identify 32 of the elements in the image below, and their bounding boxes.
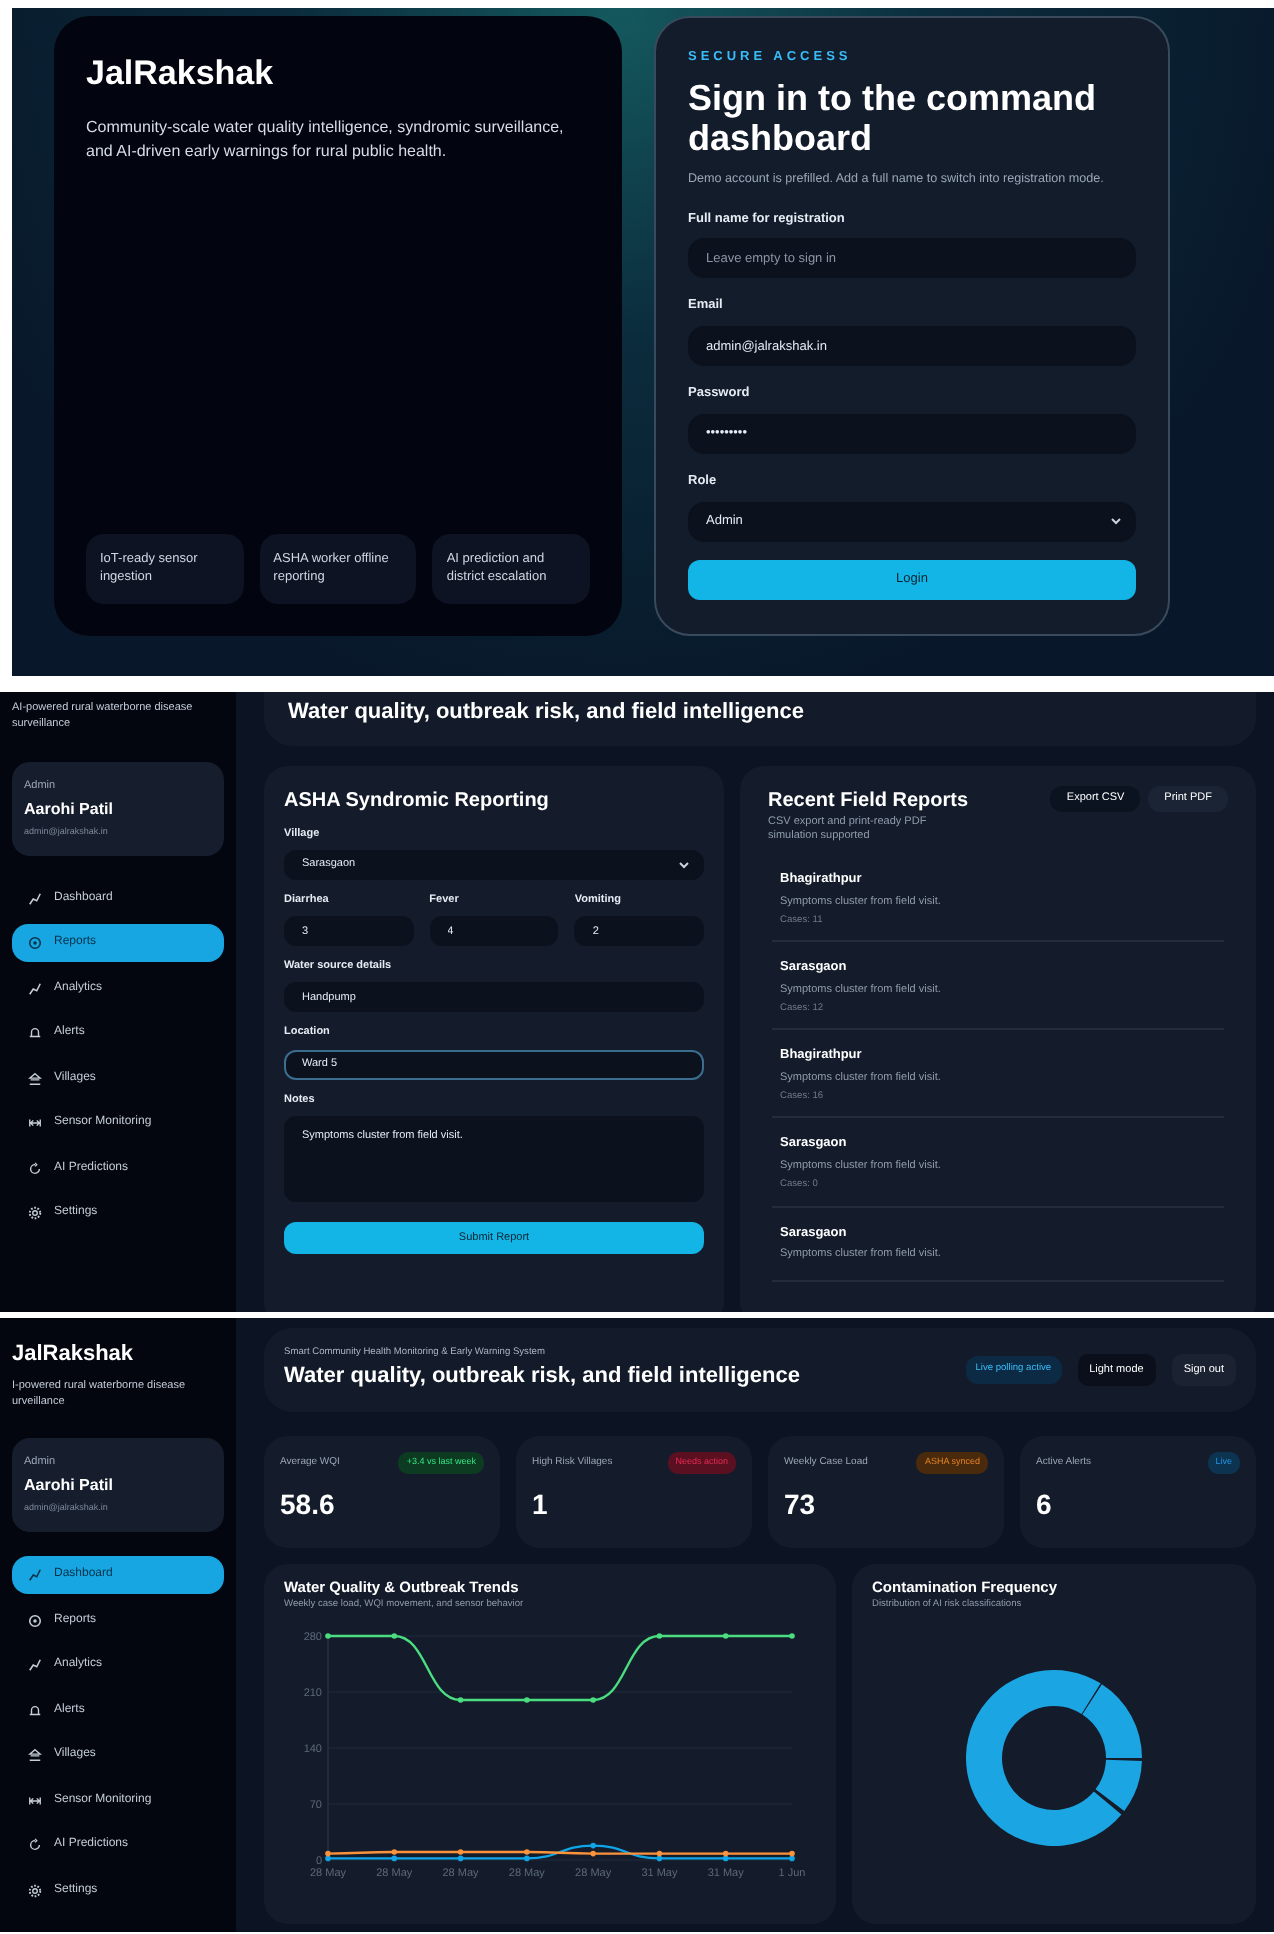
refresh-icon: [28, 1161, 42, 1175]
chart-icon: [28, 981, 42, 995]
page-title: Water quality, outbreak risk, and field intelligence: [288, 698, 806, 728]
stat-value: 1: [532, 1485, 550, 1524]
page-title: Water quality, outbreak risk, and field intelligence: [284, 1362, 800, 1393]
refresh-icon: [28, 1838, 42, 1852]
bell-icon: [28, 1026, 42, 1040]
sign-in-title: Sign in to the command dashboard: [688, 77, 1099, 161]
chart-icon: [28, 1658, 42, 1672]
chevron-down-icon: [678, 859, 690, 870]
stat-value: 6: [1036, 1485, 1054, 1524]
building-icon: [28, 1748, 42, 1762]
stat-value: 58.6: [280, 1485, 337, 1524]
target-icon: [28, 936, 42, 950]
brand-title: JalRakshak: [86, 52, 276, 96]
stat-value: 73: [784, 1485, 818, 1524]
arrows-icon: [28, 1116, 42, 1130]
bell-icon: [28, 1703, 42, 1717]
card-title: Recent Field Reports: [768, 787, 969, 815]
brand-title: JalRakshak: [12, 1340, 136, 1370]
chart-icon: [28, 1568, 42, 1582]
chart-icon: [28, 891, 42, 905]
target-icon: [28, 1613, 42, 1627]
user-name: Aarohi Patil: [24, 1474, 115, 1499]
gear-icon: [28, 1883, 42, 1897]
tagline-text: Community-scale water quality intelligence, syndromic surveillance, and AI-driven early warnings for rural public health.: [86, 115, 566, 165]
gear-icon: [28, 1206, 42, 1220]
card-title: ASHA Syndromic Reporting: [284, 787, 551, 815]
building-icon: [28, 1071, 42, 1085]
chevron-down-icon: [1110, 515, 1122, 526]
user-name: Aarohi Patil: [24, 797, 115, 822]
arrows-icon: [28, 1793, 42, 1807]
